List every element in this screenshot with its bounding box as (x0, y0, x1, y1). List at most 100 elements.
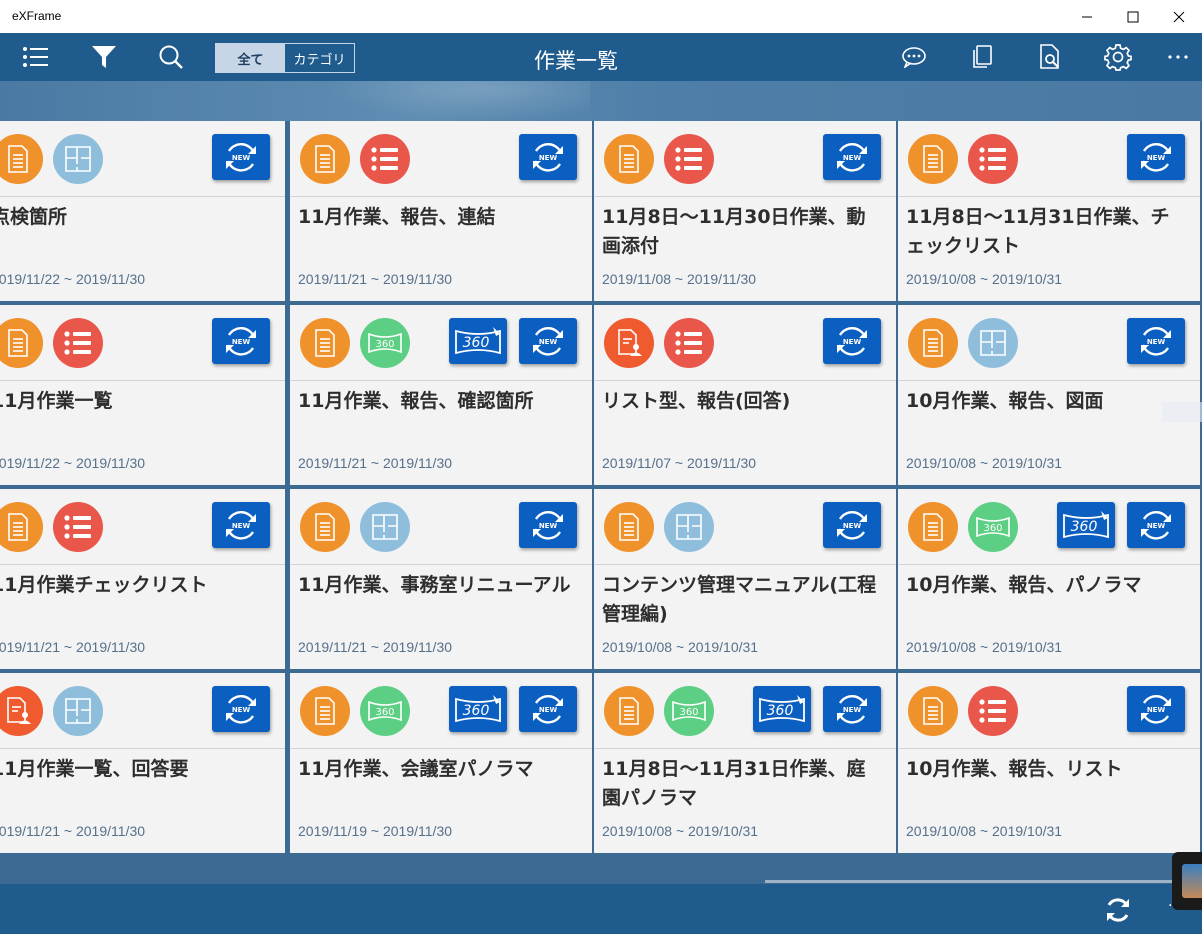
new-sync-icon[interactable]: NEW (212, 686, 270, 732)
task-card[interactable]: NEW 点検箇所 2019/11/22 ~ 2019/11/30 (0, 121, 285, 301)
search-icon (159, 45, 183, 69)
task-card[interactable]: 360 360 NEW 10月作業、報告、パノラマ 2019/10/08 ~ 2019/… (898, 489, 1200, 669)
svg-text:NEW: NEW (539, 706, 558, 714)
new-sync-icon[interactable]: NEW (823, 502, 881, 548)
card-date-range: 2019/11/08 ~ 2019/11/30 (602, 271, 757, 287)
task-card[interactable]: NEW 11月8日～11月31日作業、チェックリスト 2019/10/08 ~ 20… (898, 121, 1200, 301)
new-sync-icon[interactable]: NEW (519, 318, 577, 364)
document-icon (604, 686, 654, 736)
card-title: 11月作業一覧、回答要 (0, 758, 189, 780)
page-title: 作業一覧 (534, 49, 618, 73)
floorplan-icon (53, 686, 103, 736)
answer-form-icon (604, 318, 654, 368)
svg-text:NEW: NEW (843, 154, 862, 162)
card-title: 10月作業、報告、リスト (906, 758, 1123, 780)
new-sync-icon[interactable]: NEW (1127, 502, 1185, 548)
task-card[interactable]: NEW 10月作業、報告、図面 2019/10/08 ~ 2019/10/31 (898, 305, 1200, 485)
card-date-range: 2019/10/08 ~ 2019/10/31 (602, 823, 759, 839)
task-card[interactable]: NEW リスト型、報告(回答) 2019/11/07 ~ 2019/11/30 (594, 305, 896, 485)
task-card[interactable]: NEW 11月作業チェックリスト 2019/11/21 ~ 2019/11/30 (0, 489, 285, 669)
toggle-all[interactable]: 全て (216, 44, 285, 72)
card-icon-row: NEW (290, 121, 592, 197)
menu-button[interactable] (12, 33, 60, 81)
svg-text:NEW: NEW (843, 706, 862, 714)
document-icon (300, 134, 350, 184)
task-card[interactable]: 360 360 NEW 11月作業、会議室パノラマ 2019/11/19 ~ 2019/… (290, 673, 592, 853)
list-icon (53, 502, 103, 552)
new-sync-icon[interactable]: NEW (1127, 686, 1185, 732)
new-sync-icon[interactable]: NEW (212, 134, 270, 180)
window-title: eXFrame (12, 9, 62, 23)
document-icon (604, 134, 654, 184)
floorplan-icon (664, 502, 714, 552)
card-date-range: 2019/11/19 ~ 2019/11/30 (298, 823, 453, 839)
task-card[interactable]: NEW 11月作業一覧、回答要 2019/11/21 ~ 2019/11/30 (0, 673, 285, 853)
chat-button[interactable] (890, 33, 938, 81)
card-icon-row: NEW (290, 489, 592, 565)
task-card[interactable]: NEW 11月作業、報告、連結 2019/11/21 ~ 2019/11/30 (290, 121, 592, 301)
minimize-button[interactable] (1064, 0, 1110, 33)
new-sync-icon[interactable]: NEW (519, 686, 577, 732)
card-icon-row: 360 360 NEW (290, 305, 592, 381)
new-sync-icon[interactable]: NEW (519, 134, 577, 180)
new-sync-icon[interactable]: NEW (823, 318, 881, 364)
svg-text:NEW: NEW (539, 154, 558, 162)
card-title: コンテンツ管理マニュアル(工程管理編) (602, 574, 877, 625)
copy-button[interactable] (958, 33, 1006, 81)
task-card[interactable]: NEW 11月作業、事務室リニューアル 2019/11/21 ~ 2019/11/3… (290, 489, 592, 669)
panorama-360-icon[interactable]: 360 (449, 686, 507, 732)
maximize-button[interactable] (1110, 0, 1156, 33)
panorama-360-icon[interactable]: 360 (1057, 502, 1115, 548)
svg-text:NEW: NEW (232, 154, 251, 162)
document-icon (0, 502, 43, 552)
filter-icon (92, 46, 116, 68)
toggle-category[interactable]: カテゴリ (285, 44, 354, 72)
svg-text:NEW: NEW (539, 338, 558, 346)
card-date-range: 2019/11/22 ~ 2019/11/30 (0, 455, 146, 471)
panorama-icon: 360 (664, 686, 714, 736)
task-card-grid: NEW 点検箇所 2019/11/22 ~ 2019/11/30 NEW 11月作業、報… (0, 121, 1202, 853)
user-thumbnail[interactable] (1172, 852, 1202, 910)
panorama-360-icon[interactable]: 360 (753, 686, 811, 732)
settings-button[interactable] (1094, 33, 1142, 81)
gear-icon (1104, 44, 1132, 71)
card-title: 10月作業、報告、図面 (906, 390, 1104, 412)
list-icon (968, 134, 1018, 184)
close-icon (1173, 11, 1185, 22)
new-sync-icon[interactable]: NEW (823, 134, 881, 180)
more-button[interactable] (1154, 33, 1202, 81)
svg-text:NEW: NEW (232, 522, 251, 530)
new-sync-icon[interactable]: NEW (519, 502, 577, 548)
new-sync-icon[interactable]: NEW (1127, 318, 1185, 364)
panorama-icon: 360 (968, 502, 1018, 552)
svg-text:360: 360 (375, 707, 394, 718)
card-title: 点検箇所 (0, 206, 68, 228)
task-card[interactable]: 360 360 NEW 11月8日～11月31日作業、庭園パノラマ 2019/10/08… (594, 673, 896, 853)
svg-text:NEW: NEW (1147, 338, 1166, 346)
svg-text:NEW: NEW (1147, 706, 1166, 714)
chat-icon (902, 47, 926, 68)
svg-text:360: 360 (375, 339, 394, 350)
search-button[interactable] (147, 33, 195, 81)
document-search-button[interactable] (1026, 33, 1074, 81)
svg-text:360: 360 (983, 523, 1002, 534)
new-sync-icon[interactable]: NEW (823, 686, 881, 732)
panorama-360-icon[interactable]: 360 (449, 318, 507, 364)
task-card[interactable]: 360 360 NEW 11月作業、報告、確認箇所 2019/11/21 ~ 2019/… (290, 305, 592, 485)
close-button[interactable] (1156, 0, 1202, 33)
document-icon (908, 134, 958, 184)
card-icon-row: NEW (0, 305, 285, 381)
filter-button[interactable] (80, 33, 128, 81)
card-icon-row: NEW (898, 305, 1200, 381)
card-date-range: 2019/10/08 ~ 2019/10/31 (906, 271, 1063, 287)
task-card[interactable]: NEW 11月作業一覧 2019/11/22 ~ 2019/11/30 (0, 305, 285, 485)
task-card[interactable]: NEW 11月8日～11月30日作業、動画添付 2019/11/08 ~ 2019/… (594, 121, 896, 301)
task-card[interactable]: NEW コンテンツ管理マニュアル(工程管理編) 2019/10/08 ~ 2019/… (594, 489, 896, 669)
task-card[interactable]: NEW 10月作業、報告、リスト 2019/10/08 ~ 2019/10/31 (898, 673, 1200, 853)
svg-text:NEW: NEW (232, 338, 251, 346)
new-sync-icon[interactable]: NEW (212, 318, 270, 364)
new-sync-icon[interactable]: NEW (212, 502, 270, 548)
new-sync-icon[interactable]: NEW (1127, 134, 1185, 180)
list-icon (664, 134, 714, 184)
refresh-button[interactable] (1094, 886, 1142, 934)
